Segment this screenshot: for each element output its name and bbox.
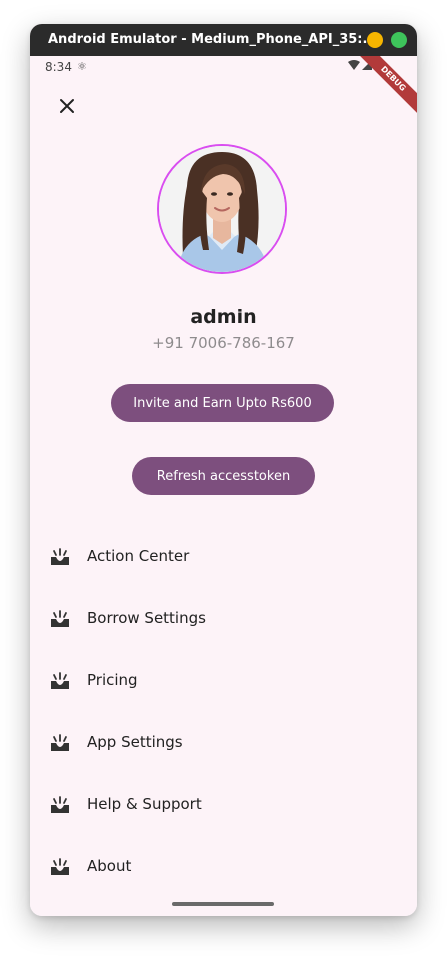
menu-item-help-support[interactable]: Help & Support	[50, 787, 390, 823]
emulator-window: Android Emulator - Medium_Phone_API_35:.…	[30, 24, 417, 916]
menu-item-label: Borrow Settings	[87, 609, 206, 627]
inbox-icon	[50, 671, 70, 691]
title-bar: Android Emulator - Medium_Phone_API_35:.…	[30, 24, 417, 56]
window-title: Android Emulator - Medium_Phone_API_35:.…	[48, 32, 378, 47]
status-time: 8:34	[45, 60, 72, 74]
inbox-icon	[50, 795, 70, 815]
inbox-icon	[50, 733, 70, 753]
profile-name: admin	[190, 306, 257, 328]
profile-photo	[159, 146, 285, 272]
close-icon[interactable]	[55, 94, 79, 118]
profile-phone: +91 7006-786-167	[152, 334, 295, 352]
minimize-button[interactable]	[367, 32, 383, 48]
invite-earn-button[interactable]: Invite and Earn Upto Rs600	[111, 384, 334, 422]
maximize-button[interactable]	[391, 32, 407, 48]
inbox-icon	[50, 547, 70, 567]
avatar[interactable]	[157, 144, 287, 274]
inbox-icon	[50, 609, 70, 629]
menu-item-app-settings[interactable]: App Settings	[50, 725, 390, 761]
refresh-token-button[interactable]: Refresh accesstoken	[132, 457, 315, 495]
menu-item-action-center[interactable]: Action Center	[50, 539, 390, 575]
menu-item-borrow-settings[interactable]: Borrow Settings	[50, 601, 390, 637]
app-screen: 8:34 ⚛ DEBUG admin +91 7006-786-167 Invi…	[30, 56, 417, 916]
menu-item-label: Help & Support	[87, 795, 202, 813]
menu-item-label: App Settings	[87, 733, 183, 751]
menu-item-label: Action Center	[87, 547, 190, 565]
menu-item-label: Pricing	[87, 671, 138, 689]
inbox-icon	[50, 857, 70, 877]
menu-item-label: About	[87, 857, 132, 875]
status-bar: 8:34 ⚛	[30, 56, 417, 78]
menu-item-about[interactable]: About	[50, 849, 390, 885]
home-indicator[interactable]	[172, 902, 274, 906]
mic-icon: ⚛	[77, 60, 87, 73]
menu-item-pricing[interactable]: Pricing	[50, 663, 390, 699]
